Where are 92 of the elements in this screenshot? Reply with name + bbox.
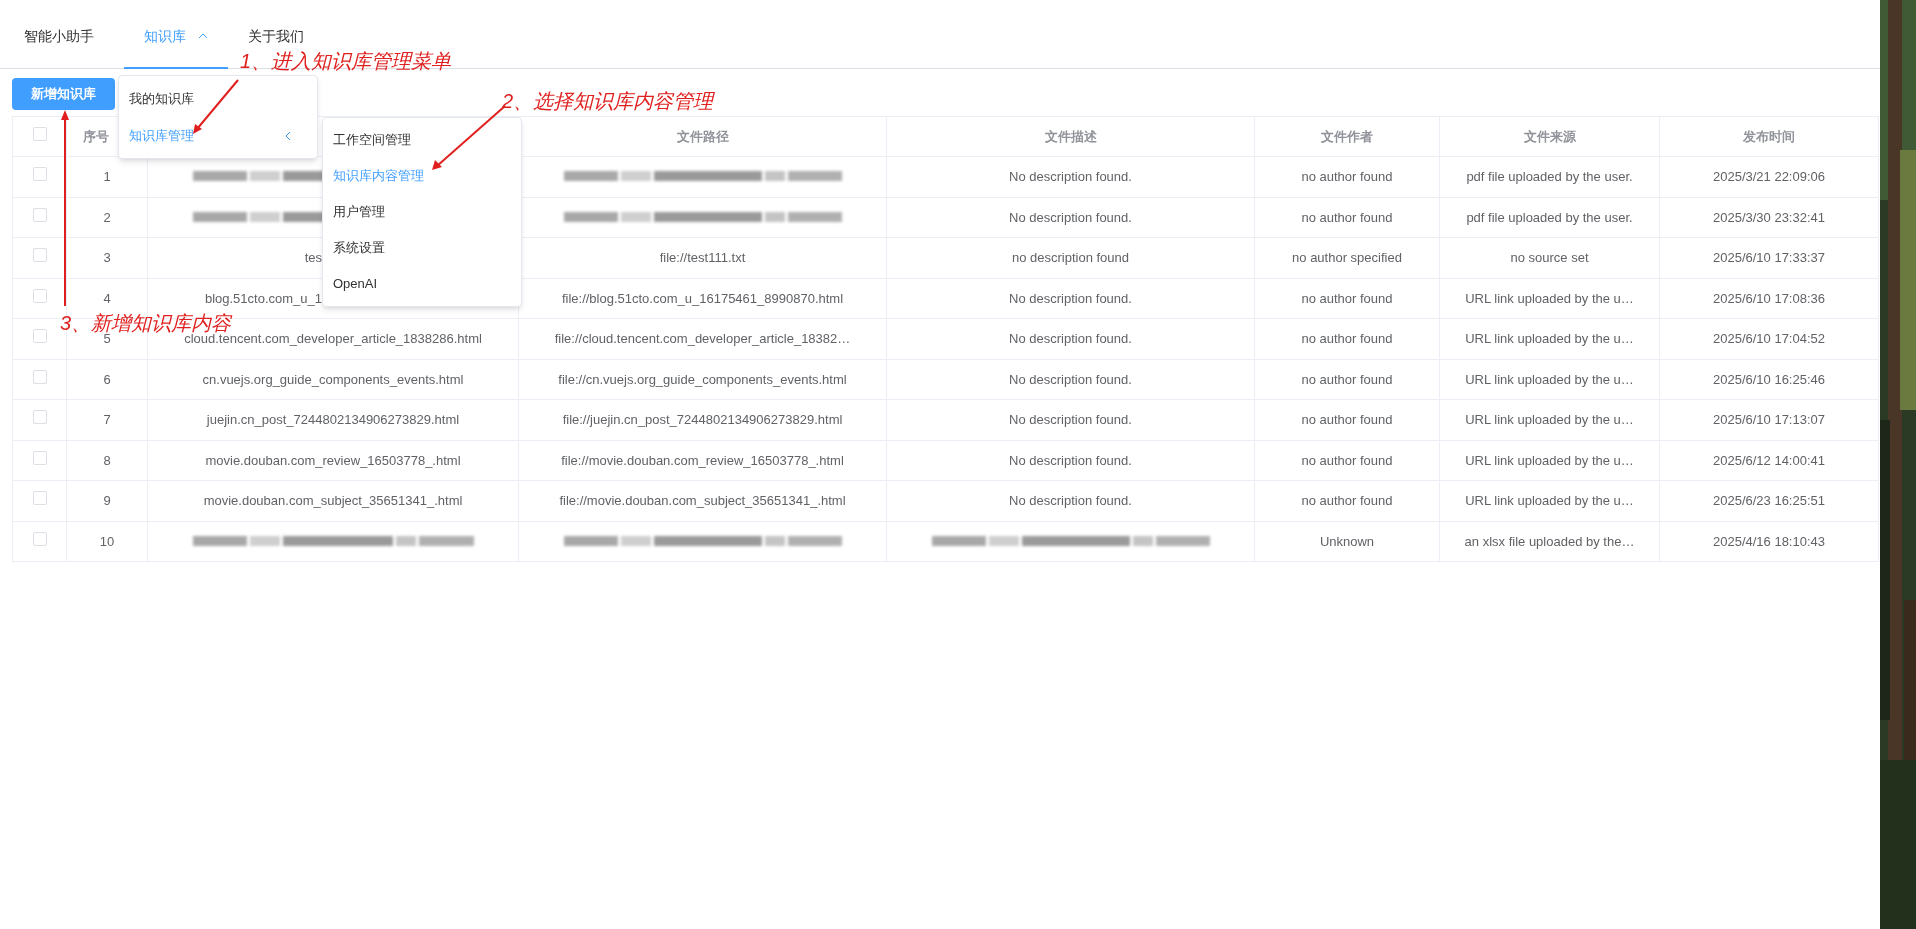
table-cell: 2025/6/10 17:13:07 <box>1712 412 1826 427</box>
table-cell: 9 <box>103 493 111 508</box>
table-cell: No description found. <box>1009 209 1132 225</box>
table-cell: blog.51cto.com_u_1 <box>204 290 322 306</box>
table-cell: 2 <box>103 209 111 225</box>
annotation-text: 1、进入知识库管理菜单 <box>240 51 452 71</box>
table-cell: 2025/6/23 16:25:51 <box>1712 493 1826 508</box>
table-cell: no author found <box>1301 412 1393 427</box>
table-cell: no author found <box>1301 290 1393 306</box>
table-cell: 3 <box>103 250 111 265</box>
nav-tab[interactable]: 关于我们 <box>228 0 324 46</box>
table-cell: no author found <box>1301 493 1393 508</box>
table-cell: Unknown <box>1319 533 1375 549</box>
table-cell: no source set <box>1510 250 1589 265</box>
checkbox[interactable] <box>32 369 47 384</box>
table-cell: 2025/4/16 18:10:43 <box>1712 533 1826 549</box>
checkbox[interactable] <box>32 248 47 262</box>
table-cell: 7 <box>103 412 111 427</box>
table-cell: file://cloud.tencent.com_developer_article_18382… <box>554 331 851 346</box>
menu-item[interactable]: 工作空间管理 <box>323 122 521 158</box>
table-cell: URL link uploaded by the u… <box>1465 290 1634 306</box>
table-cell: URL link uploaded by the u… <box>1465 412 1634 427</box>
menu-item[interactable]: 系统设置 <box>323 230 521 266</box>
caret-up-icon <box>198 33 208 39</box>
table-cell: 2025/6/10 17:08:36 <box>1712 290 1826 306</box>
column-header: 文件作者 <box>1321 128 1373 144</box>
column-header: 文件路径 <box>676 128 729 144</box>
table-cell: 2025/3/21 22:09:06 <box>1712 169 1826 184</box>
column-header: 序号 <box>83 128 109 144</box>
table-cell: cloud.tencent.com_developer_article_1838286.html <box>184 331 482 346</box>
table-cell: file://test111.txt <box>659 250 746 265</box>
table-cell: file://movie.douban.com_subject_35651341_.html <box>559 493 846 508</box>
table-cell: file://blog.51cto.com_u_16175461_8990870.html <box>561 290 844 306</box>
chevron-left-icon <box>285 130 291 141</box>
table-cell: No description found. <box>1009 169 1132 184</box>
table-cell: file://movie.douban.com_review_16503778_.html <box>561 452 844 468</box>
table-cell: 2025/6/10 16:25:46 <box>1712 371 1826 387</box>
checkbox[interactable] <box>32 329 47 343</box>
table-cell: URL link uploaded by the u… <box>1465 331 1634 346</box>
table-cell: an xlsx file uploaded by the… <box>1464 533 1635 549</box>
table-cell: 6 <box>103 371 111 387</box>
table-cell: no author found <box>1301 331 1393 346</box>
table-cell: 1 <box>103 169 111 184</box>
table-cell: file://cn.vuejs.org_guide_components_events.html <box>558 371 847 387</box>
table-cell: No description found. <box>1009 331 1132 346</box>
checkbox[interactable] <box>32 410 47 424</box>
table-cell: No description found. <box>1009 412 1132 427</box>
nav-tab[interactable]: 智能小助手 <box>4 0 114 46</box>
table-cell: No description found. <box>1009 371 1132 387</box>
annotation-arrow <box>193 79 239 134</box>
table-cell: URL link uploaded by the u… <box>1465 493 1634 508</box>
table-cell: no author found <box>1301 371 1393 387</box>
table-cell: movie.douban.com_review_16503778_.html <box>205 452 461 468</box>
table-cell: No description found. <box>1009 290 1132 306</box>
table-cell: 4 <box>103 290 111 306</box>
checkbox[interactable] <box>32 167 47 181</box>
table-cell: 2025/6/12 14:00:41 <box>1712 452 1826 468</box>
table-cell: No description found. <box>1009 452 1132 468</box>
table-cell: file://juejin.cn_post_7244802134906273829.html <box>562 412 843 427</box>
table-cell: no description found <box>1011 250 1130 265</box>
column-header: 文件描述 <box>1044 128 1097 144</box>
checkbox[interactable] <box>32 531 47 546</box>
table-cell: 2025/6/10 17:04:52 <box>1712 331 1826 346</box>
checkbox[interactable] <box>32 491 47 505</box>
column-header: 发布时间 <box>1743 128 1795 144</box>
table-cell: juejin.cn_post_7244802134906273829.html <box>206 412 460 427</box>
table-cell: no author found <box>1301 452 1393 468</box>
table-cell: 2025/3/30 23:32:41 <box>1712 209 1826 225</box>
table-cell: URL link uploaded by the u… <box>1465 371 1634 387</box>
table-cell: cn.vuejs.org_guide_components_events.html <box>202 371 464 387</box>
column-header: 文件来源 <box>1523 128 1576 144</box>
checkbox[interactable] <box>32 126 47 141</box>
table-cell: pdf file uploaded by the user. <box>1466 169 1633 184</box>
menu-item[interactable]: OpenAI <box>323 266 521 302</box>
table-cell: pdf file uploaded by the user. <box>1466 209 1633 225</box>
table-cell: tes <box>304 250 322 265</box>
annotation-text: 2、选择知识库内容管理 <box>502 89 714 114</box>
menu-item[interactable]: 我的知识库 <box>119 80 317 117</box>
menu-item[interactable]: 用户管理 <box>323 194 521 230</box>
checkbox[interactable] <box>32 207 47 222</box>
table-cell: movie.douban.com_subject_35651341_.html <box>203 493 463 508</box>
table-cell: 8 <box>103 452 111 468</box>
table-cell: no author found <box>1301 209 1393 225</box>
table-cell: no author specified <box>1292 250 1402 265</box>
annotation-text: 3、新增知识库内容 <box>60 311 232 334</box>
table-cell: 2025/6/10 17:33:37 <box>1712 250 1826 265</box>
checkbox[interactable] <box>32 288 47 303</box>
table-cell: No description found. <box>1009 493 1132 508</box>
checkbox[interactable] <box>32 450 47 465</box>
table-cell: 10 <box>99 533 115 549</box>
table-cell: URL link uploaded by the u… <box>1465 452 1634 468</box>
table-cell: no author found <box>1301 169 1393 184</box>
